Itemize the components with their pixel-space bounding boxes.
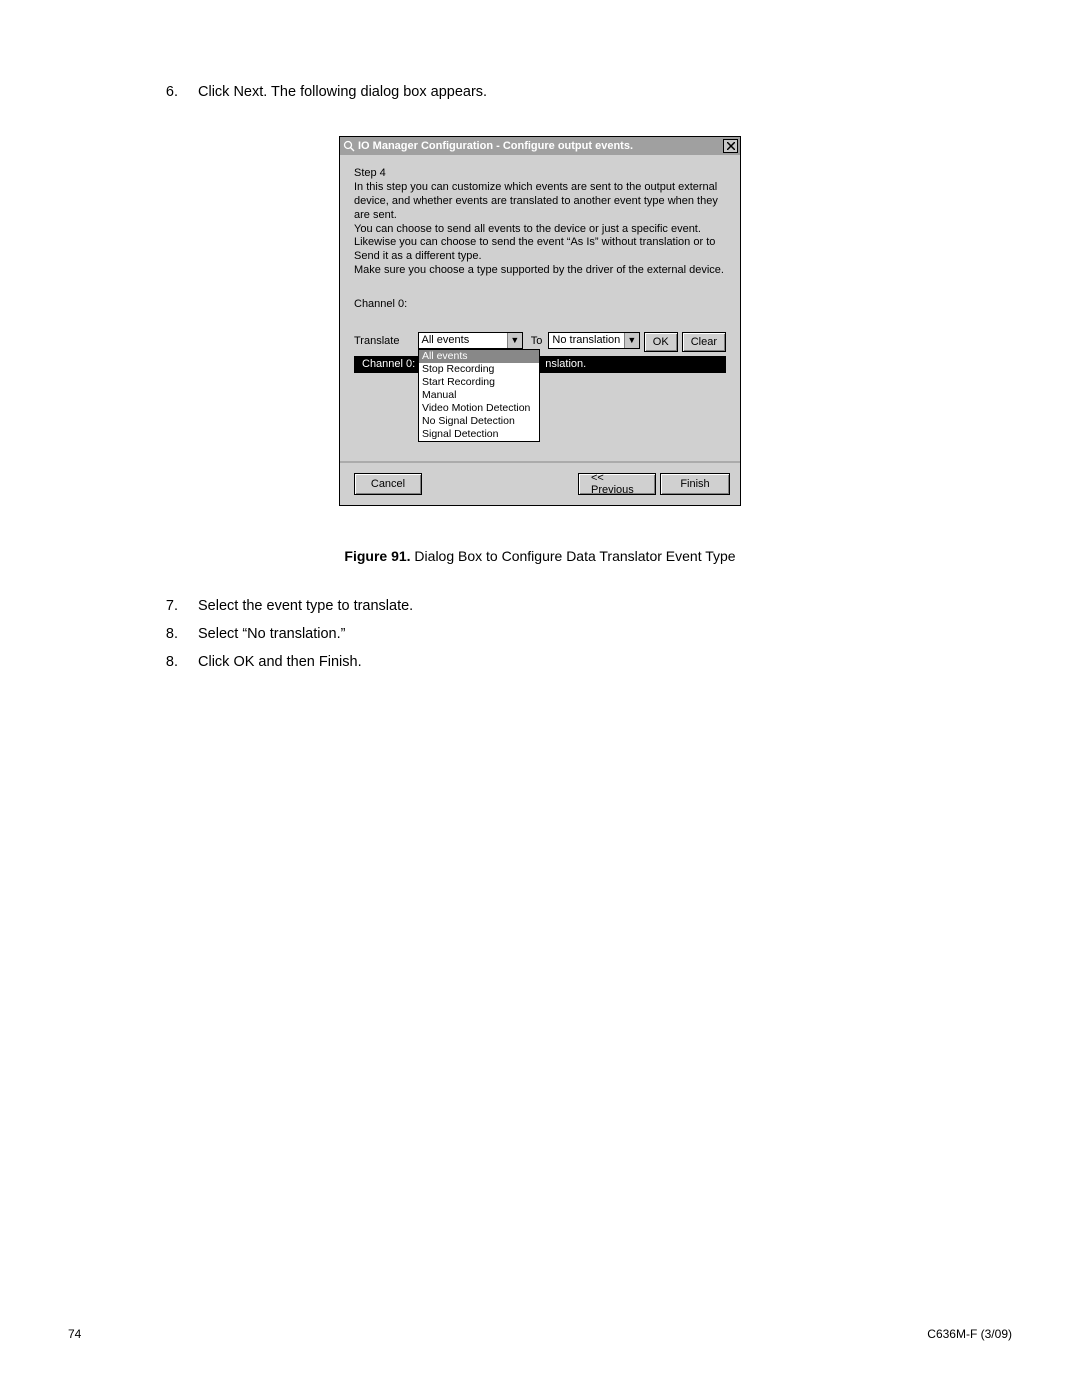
finish-button[interactable]: Finish bbox=[660, 473, 730, 495]
to-select[interactable]: No translation ▼ bbox=[548, 332, 639, 349]
step-6: 6. Click Next. The following dialog box … bbox=[68, 82, 1012, 102]
step-number: 8. bbox=[68, 624, 198, 644]
step-number: 7. bbox=[68, 596, 198, 616]
figure-text: Dialog Box to Configure Data Translator … bbox=[411, 548, 736, 564]
ok-button[interactable]: OK bbox=[644, 332, 678, 352]
to-select-value: No translation bbox=[552, 334, 620, 346]
step-text: Click OK and then Finish. bbox=[198, 652, 1012, 672]
chevron-down-icon: ▼ bbox=[507, 333, 522, 348]
banner-fragment: nslation. bbox=[545, 358, 586, 370]
figure-caption: Figure 91. Dialog Box to Configure Data … bbox=[68, 548, 1012, 564]
step-7: 7. Select the event type to translate. bbox=[68, 596, 1012, 616]
clear-button[interactable]: Clear bbox=[682, 332, 726, 352]
step-text: Select the event type to translate. bbox=[198, 596, 1012, 616]
channel-label: Channel 0: bbox=[354, 298, 726, 310]
translate-dropdown-list[interactable]: All events Stop Recording Start Recordin… bbox=[418, 349, 540, 442]
titlebar: IO Manager Configuration - Configure out… bbox=[340, 137, 740, 155]
dropdown-option[interactable]: All events bbox=[419, 350, 539, 363]
close-icon[interactable] bbox=[723, 139, 738, 153]
dialog-window: IO Manager Configuration - Configure out… bbox=[339, 136, 741, 505]
dropdown-option[interactable]: Signal Detection bbox=[419, 428, 539, 441]
dropdown-option[interactable]: No Signal Detection bbox=[419, 415, 539, 428]
dropdown-option[interactable]: Video Motion Detection bbox=[419, 402, 539, 415]
figure-label: Figure 91. bbox=[344, 548, 410, 564]
page-number: 74 bbox=[68, 1327, 81, 1341]
wizard-step-description: In this step you can customize which eve… bbox=[354, 181, 724, 277]
doc-code: C636M-F (3/09) bbox=[927, 1327, 1012, 1341]
banner-channel: Channel 0: bbox=[362, 358, 415, 370]
page-footer: 74 C636M-F (3/09) bbox=[68, 1327, 1012, 1341]
wizard-step-heading: Step 4 bbox=[354, 167, 726, 179]
chevron-down-icon: ▼ bbox=[624, 333, 639, 348]
step-number: 8. bbox=[68, 652, 198, 672]
step-text: Click Next. The following dialog box app… bbox=[198, 82, 1012, 102]
translate-select-value: All events bbox=[422, 334, 470, 346]
dialog-footer: Cancel << Previous Finish bbox=[340, 461, 740, 505]
dropdown-option[interactable]: Stop Recording bbox=[419, 363, 539, 376]
step-8a: 8. Select “No translation.” bbox=[68, 624, 1012, 644]
status-banner: Channel 0: nslation. bbox=[354, 356, 726, 373]
step-8b: 8. Click OK and then Finish. bbox=[68, 652, 1012, 672]
translate-label: Translate bbox=[354, 332, 418, 347]
cancel-button[interactable]: Cancel bbox=[354, 473, 422, 495]
dropdown-option[interactable]: Manual bbox=[419, 389, 539, 402]
translate-select[interactable]: All events ▼ bbox=[418, 332, 523, 349]
step-number: 6. bbox=[68, 82, 198, 102]
previous-button[interactable]: << Previous bbox=[578, 473, 656, 495]
window-title: IO Manager Configuration - Configure out… bbox=[356, 140, 723, 152]
app-icon bbox=[342, 139, 356, 153]
dropdown-option[interactable]: Start Recording bbox=[419, 376, 539, 389]
step-text: Select “No translation.” bbox=[198, 624, 1012, 644]
to-label: To bbox=[531, 335, 543, 347]
